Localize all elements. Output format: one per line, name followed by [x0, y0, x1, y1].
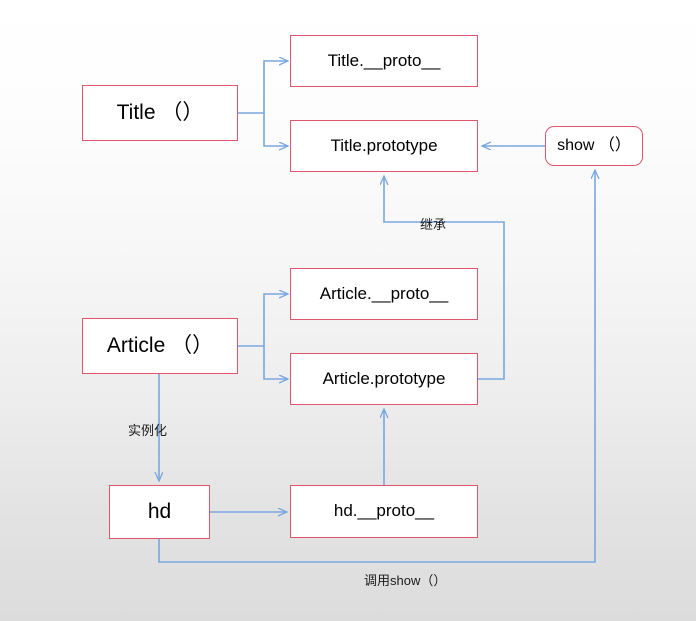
- node-show-function[interactable]: show （）: [545, 126, 643, 166]
- edge-article-to-prototype: [263, 346, 288, 379]
- node-label: hd.__proto__: [333, 501, 435, 521]
- edge-label-instance: 实例化: [128, 423, 168, 438]
- node-title-function[interactable]: Title （）: [82, 85, 238, 141]
- diagram-canvas: Title （） Title.__proto__ Title.prototype…: [0, 0, 696, 621]
- node-label: Title.__proto__: [327, 50, 441, 70]
- edge-title-to-proto: [238, 61, 288, 114]
- edge-article-to-proto: [238, 294, 288, 347]
- node-article-function[interactable]: Article （）: [82, 318, 238, 374]
- node-label: Title （）: [116, 101, 204, 125]
- node-label: hd: [147, 500, 172, 524]
- edge-label-call-show: 调用show（）: [364, 573, 447, 588]
- node-label: Article （）: [106, 334, 214, 358]
- node-article-dunder-proto[interactable]: Article.__proto__: [290, 268, 478, 320]
- node-label: Article.__proto__: [319, 283, 449, 303]
- node-title-prototype[interactable]: Title.prototype: [290, 120, 478, 172]
- node-label: Title.prototype: [330, 135, 438, 155]
- node-hd-instance[interactable]: hd: [109, 485, 210, 539]
- node-hd-dunder-proto[interactable]: hd.__proto__: [290, 485, 478, 538]
- node-label: Article.prototype: [322, 368, 446, 388]
- edge-label-inherit: 继承: [420, 217, 447, 232]
- node-article-prototype[interactable]: Article.prototype: [290, 353, 478, 405]
- edge-title-to-prototype: [263, 113, 288, 146]
- node-title-dunder-proto[interactable]: Title.__proto__: [290, 35, 478, 87]
- node-label: show （）: [557, 137, 631, 155]
